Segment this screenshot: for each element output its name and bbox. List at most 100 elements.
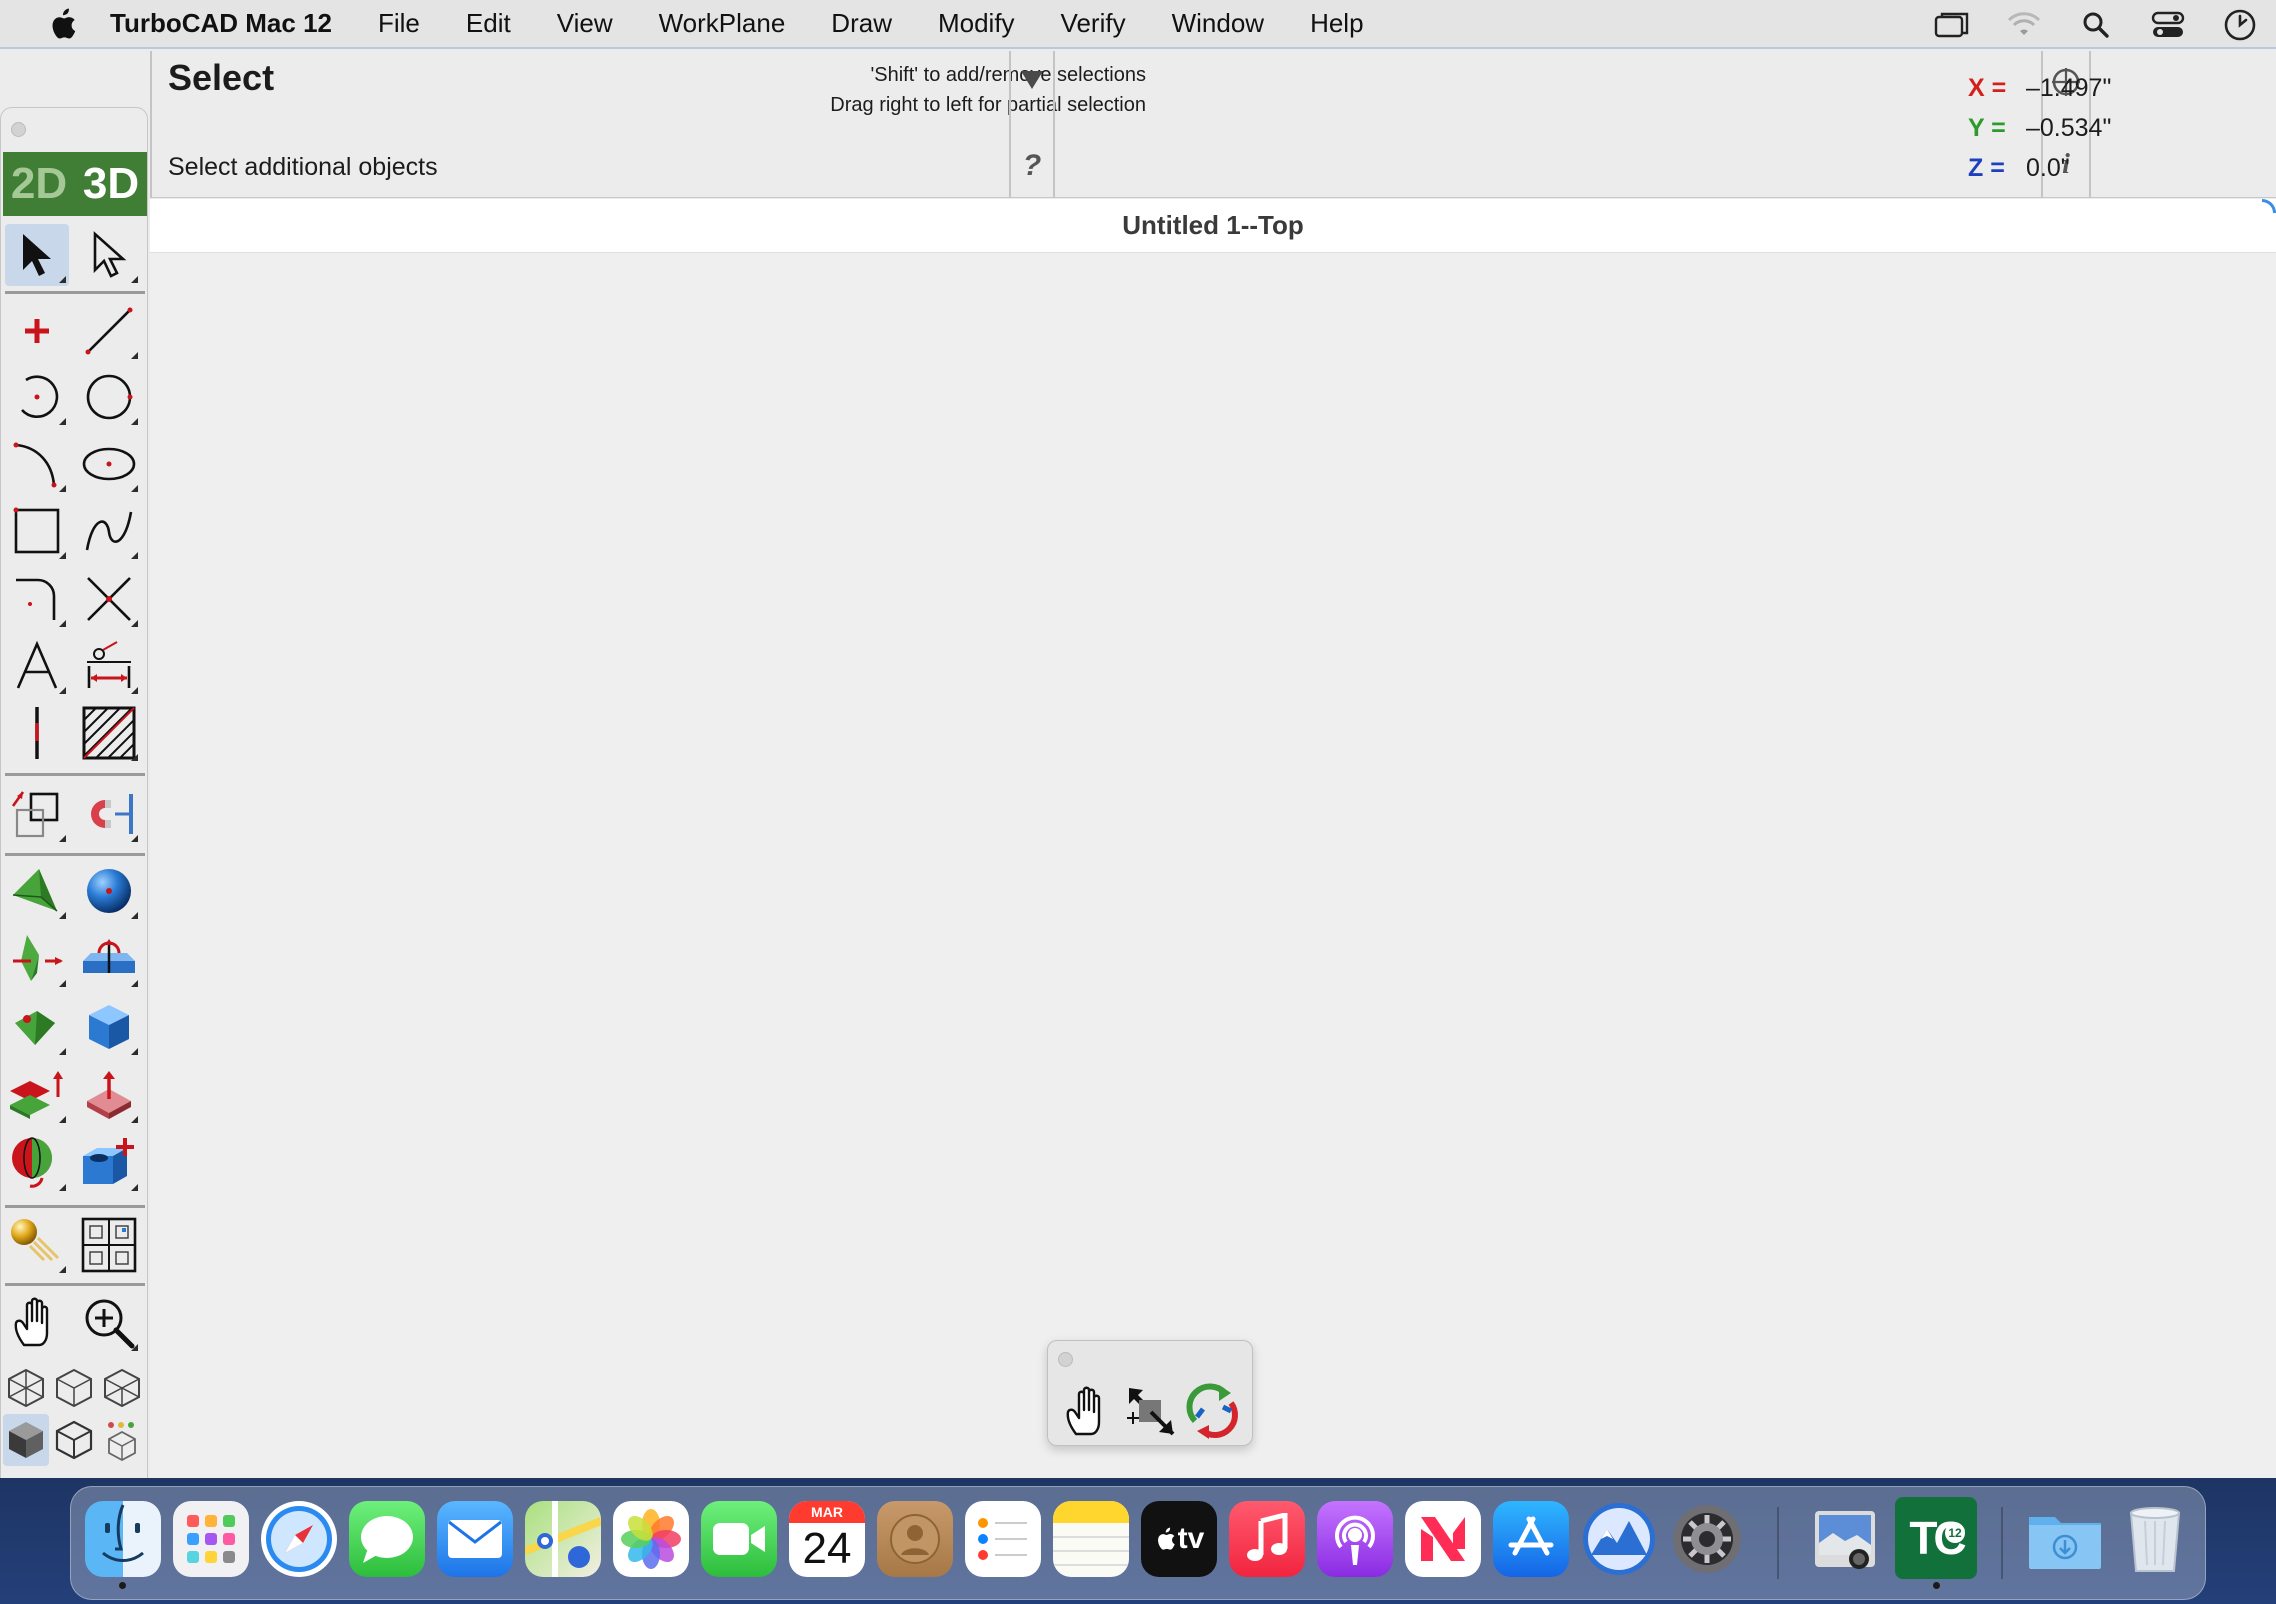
flyout-indicator [131,276,138,283]
view-outline-icon[interactable] [51,1414,97,1466]
calendar-icon[interactable]: MAR 24 [789,1501,865,1577]
3d-surface-tool-button[interactable] [5,860,69,922]
music-icon[interactable] [1229,1501,1305,1577]
3d-sweep-tool-button[interactable] [77,928,141,990]
push-pull-tool-button[interactable] [77,1064,141,1126]
app-menu[interactable]: TurboCAD Mac 12 [110,0,355,48]
pan-hand-icon[interactable] [1058,1381,1120,1441]
pan-hand-tool-button[interactable] [5,1292,69,1354]
menu-workplane[interactable]: WorkPlane [636,0,809,48]
podcasts-icon[interactable] [1317,1501,1393,1577]
sphere-tool-button[interactable] [77,860,141,922]
wifi-icon[interactable] [2002,3,2046,47]
spline-tool-button[interactable] [77,500,141,562]
centerline-tool-button[interactable] [5,702,69,764]
viewports-tool-button[interactable] [77,1214,141,1276]
box-tool-button[interactable] [77,996,141,1058]
fillet-tool-button[interactable] [5,568,69,630]
revolve-tool-button[interactable] [5,1132,69,1194]
reminders-icon[interactable] [965,1501,1041,1577]
help-button[interactable]: ? [1018,149,1046,183]
apple-tv-icon[interactable]: tv [1141,1501,1217,1577]
launchpad-icon[interactable] [173,1501,249,1577]
view-wireframe-icon[interactable] [3,1362,49,1414]
mode-3d-button[interactable]: 3D [75,152,147,216]
mail-icon[interactable] [437,1501,513,1577]
select-tool-button[interactable] [5,224,69,286]
toolbox-separator [5,1205,145,1208]
control-center-icon[interactable] [2146,3,2190,47]
turbocad-icon[interactable]: TC 12 [1895,1497,1977,1579]
close-icon[interactable] [11,122,26,137]
flyout-indicator [59,912,66,919]
maps-icon[interactable] [525,1501,601,1577]
contacts-icon[interactable] [877,1501,953,1577]
flyout-indicator [59,1116,66,1123]
zoom-tool-button[interactable] [77,1292,141,1354]
downloads-folder-icon[interactable] [2027,1501,2103,1577]
menu-draw[interactable]: Draw [808,0,915,48]
circle-tool-button[interactable] [77,366,141,428]
rectangle-tool-button[interactable] [5,500,69,562]
photos-icon[interactable] [613,1501,689,1577]
menu-view[interactable]: View [534,0,636,48]
document-title-bar[interactable]: Untitled 1--Top [150,199,2276,253]
messages-icon[interactable] [349,1501,425,1577]
menu-verify[interactable]: Verify [1038,0,1149,48]
clock-icon[interactable] [2218,3,2262,47]
divider [1053,51,1055,198]
macos-installer-icon[interactable] [1581,1501,1657,1577]
snap-magnet-tool-button[interactable] [77,783,141,845]
coordinate-y-value: –0.534" [2026,114,2112,142]
news-icon[interactable] [1405,1501,1481,1577]
inspector-edge [150,51,152,198]
view-hidden-line-icon[interactable] [51,1362,97,1414]
menu-window[interactable]: Window [1149,0,1287,48]
toolbox-separator [5,773,145,776]
zoom-extents-icon[interactable] [1120,1381,1182,1441]
floating-view-palette [1047,1340,1253,1446]
apple-menu-icon[interactable] [40,0,84,48]
transform-tool-button[interactable] [5,783,69,845]
curve-arc-tool-button[interactable] [5,433,69,495]
safari-icon[interactable] [261,1501,337,1577]
app-store-icon[interactable] [1493,1501,1569,1577]
menu-help[interactable]: Help [1287,0,1386,48]
facetime-icon[interactable] [701,1501,777,1577]
finder-icon[interactable] [85,1501,161,1577]
close-icon[interactable] [1058,1352,1073,1367]
arc-tool-button[interactable] [5,366,69,428]
view-draft-icon[interactable] [99,1362,145,1414]
dimension-tool-button[interactable] [77,635,141,697]
hatch-tool-button[interactable] [77,702,141,764]
mode-2d-button[interactable]: 2D [3,152,75,216]
3d-shell-tool-button[interactable] [5,996,69,1058]
preview-icon[interactable] [1807,1501,1883,1577]
intersect-tool-button[interactable] [77,568,141,630]
line-tool-button[interactable] [77,300,141,362]
ellipse-tool-button[interactable] [77,433,141,495]
menu-edit[interactable]: Edit [443,0,534,48]
menu-modify[interactable]: Modify [915,0,1038,48]
window-icon[interactable] [1930,3,1974,47]
text-tool-button[interactable] [5,635,69,697]
drawing-canvas[interactable] [150,253,2276,1478]
point-tool-button[interactable] [5,300,69,362]
3d-lofting-tool-button[interactable] [5,928,69,990]
redraw-refresh-icon[interactable] [1182,1381,1244,1441]
trash-icon[interactable] [2117,1501,2193,1577]
direct-select-tool-button[interactable] [77,224,141,286]
render-lights-tool-button[interactable] [5,1214,69,1276]
view-shaded-icon[interactable] [3,1414,49,1466]
flyout-indicator [59,276,66,283]
view-render-icon[interactable] [99,1414,145,1466]
notes-icon[interactable] [1053,1501,1129,1577]
menu-file[interactable]: File [355,0,443,48]
flyout-indicator [131,552,138,559]
boolean-tool-button[interactable] [77,1132,141,1194]
tool-tip-line: 'Shift' to add/remove selections [870,64,1146,86]
spotlight-search-icon[interactable] [2074,3,2118,47]
system-preferences-icon[interactable] [1669,1501,1745,1577]
extrude-tool-button[interactable] [5,1064,69,1126]
options-dropdown-icon[interactable] [1020,69,1044,93]
